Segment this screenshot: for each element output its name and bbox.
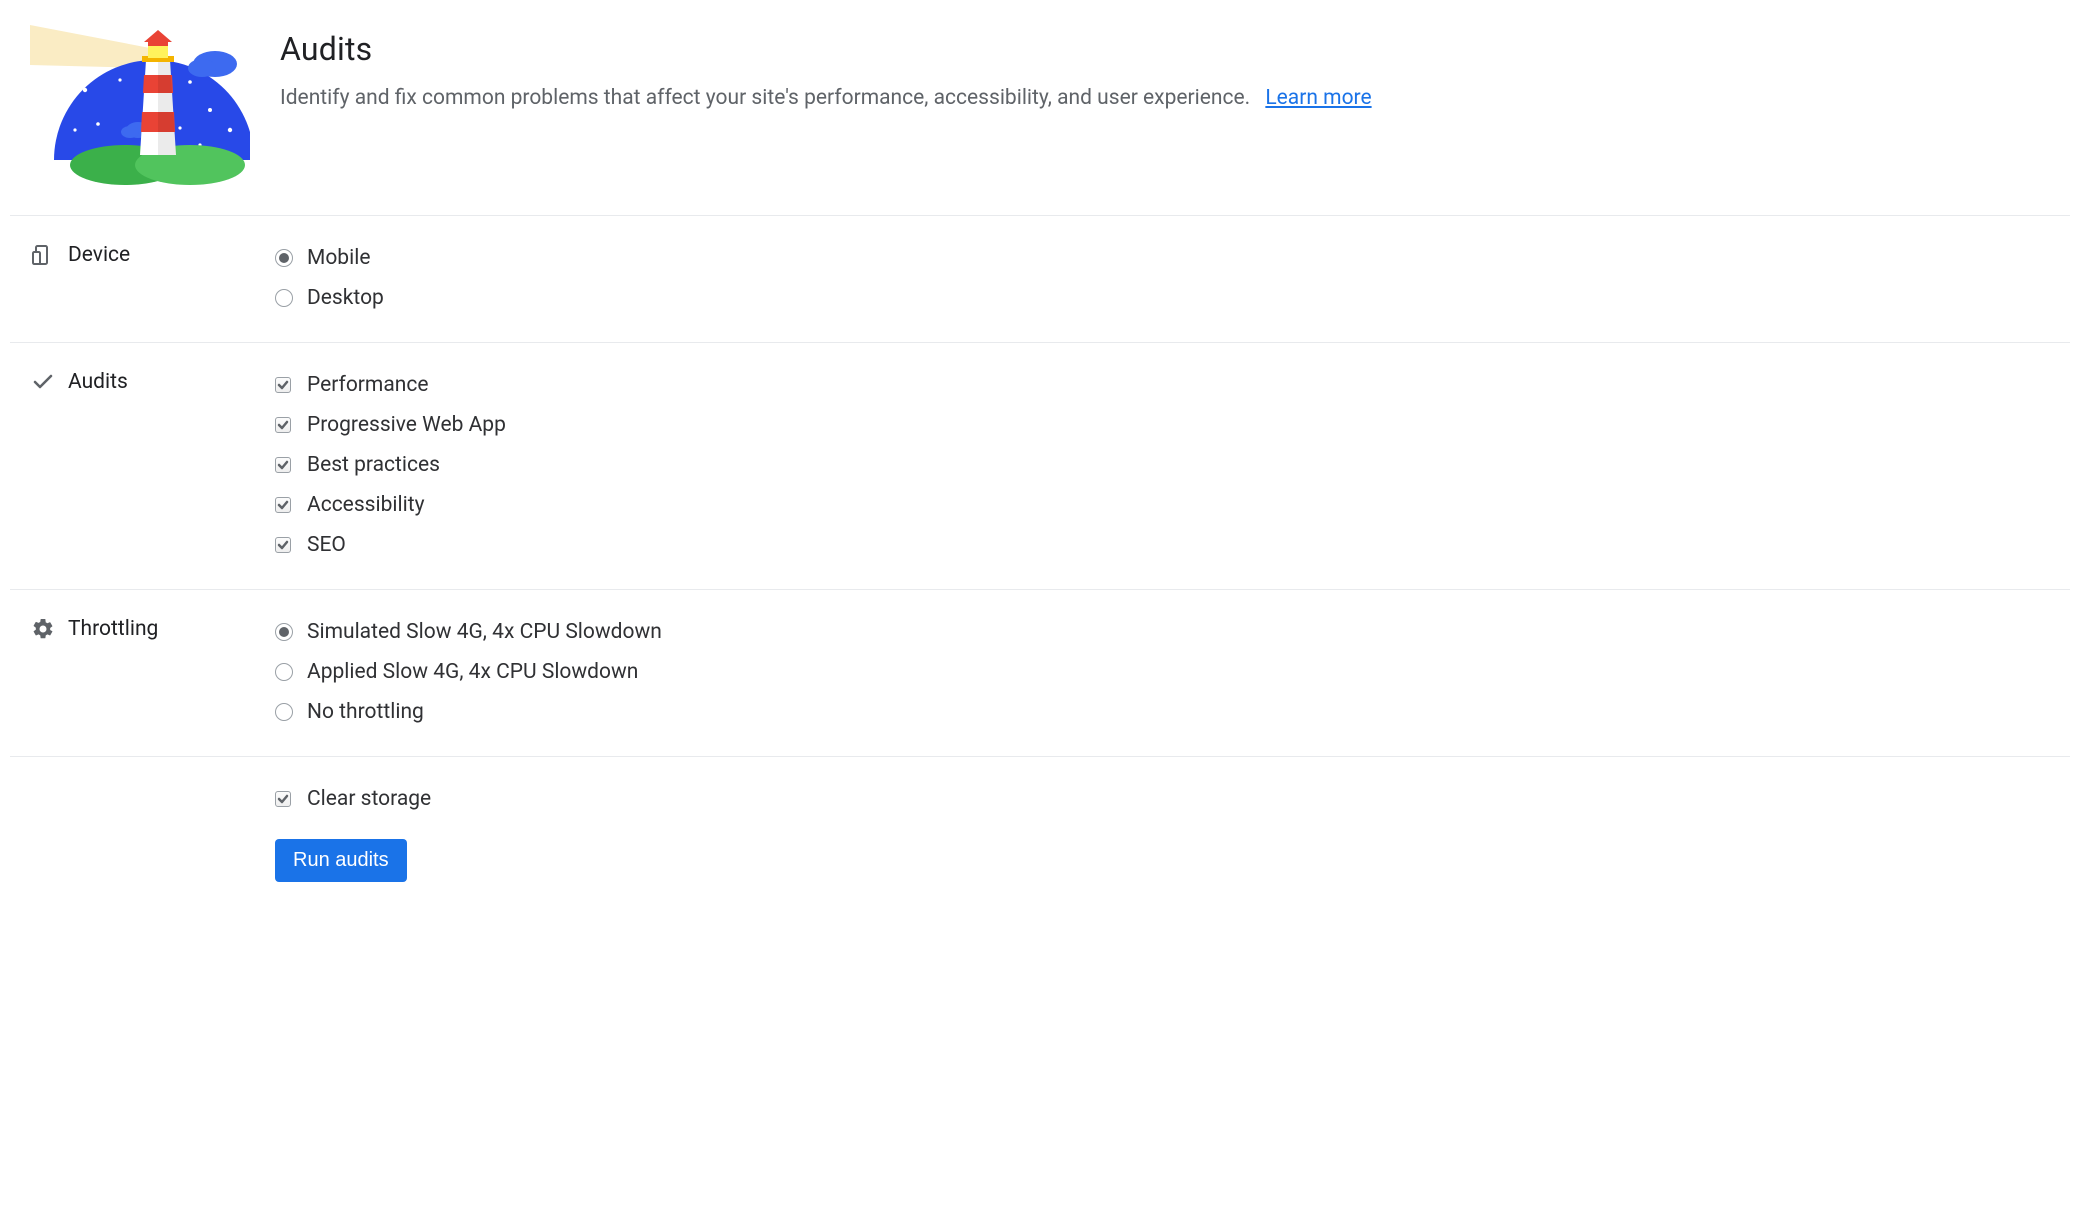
page-title: Audits (280, 30, 1372, 68)
lighthouse-illustration (30, 20, 270, 185)
checkbox-icon (275, 791, 291, 807)
section-actions: Clear storage Run audits (10, 756, 2070, 906)
audit-option-performance[interactable]: Performance (275, 365, 2050, 405)
checkbox-icon (275, 457, 291, 473)
radio-icon (275, 623, 293, 641)
gear-icon (30, 616, 56, 642)
section-throttling-label: Throttling (68, 617, 158, 641)
device-icon (30, 242, 56, 268)
page-subtitle: Identify and fix common problems that af… (280, 82, 1372, 116)
audit-option-accessibility[interactable]: Accessibility (275, 485, 2050, 525)
actions-area: Clear storage Run audits (275, 779, 2050, 882)
section-audits: Audits Performance Progressive Web App B… (10, 342, 2070, 589)
header: Audits Identify and fix common problems … (10, 10, 2070, 215)
radio-icon (275, 703, 293, 721)
checkbox-icon (275, 417, 291, 433)
audit-option-seo[interactable]: SEO (275, 525, 2050, 565)
clear-storage-option[interactable]: Clear storage (275, 779, 2050, 819)
audit-option-pwa[interactable]: Progressive Web App (275, 405, 2050, 445)
audit-option-best-practices[interactable]: Best practices (275, 445, 2050, 485)
section-actions-header (30, 779, 275, 783)
device-options: Mobile Desktop (275, 238, 2050, 318)
throttling-option-none[interactable]: No throttling (275, 692, 2050, 732)
audits-panel: Audits Identify and fix common problems … (0, 0, 2080, 946)
section-device: Device Mobile Desktop (10, 215, 2070, 342)
device-option-mobile[interactable]: Mobile (275, 238, 2050, 278)
section-device-header: Device (30, 238, 275, 268)
throttling-option-applied[interactable]: Applied Slow 4G, 4x CPU Slowdown (275, 652, 2050, 692)
radio-icon (275, 663, 293, 681)
header-text: Audits Identify and fix common problems … (270, 20, 1372, 116)
run-audits-button[interactable]: Run audits (275, 839, 407, 882)
check-icon (30, 369, 56, 395)
radio-icon (275, 249, 293, 267)
section-audits-header: Audits (30, 365, 275, 395)
throttling-options: Simulated Slow 4G, 4x CPU Slowdown Appli… (275, 612, 2050, 732)
radio-icon (275, 289, 293, 307)
section-throttling-header: Throttling (30, 612, 275, 642)
section-audits-label: Audits (68, 370, 128, 394)
section-device-label: Device (68, 243, 130, 267)
audits-options: Performance Progressive Web App Best pra… (275, 365, 2050, 565)
learn-more-link[interactable]: Learn more (1265, 86, 1371, 110)
checkbox-icon (275, 537, 291, 553)
checkbox-icon (275, 377, 291, 393)
section-throttling: Throttling Simulated Slow 4G, 4x CPU Slo… (10, 589, 2070, 756)
checkbox-icon (275, 497, 291, 513)
device-option-desktop[interactable]: Desktop (275, 278, 2050, 318)
throttling-option-simulated[interactable]: Simulated Slow 4G, 4x CPU Slowdown (275, 612, 2050, 652)
